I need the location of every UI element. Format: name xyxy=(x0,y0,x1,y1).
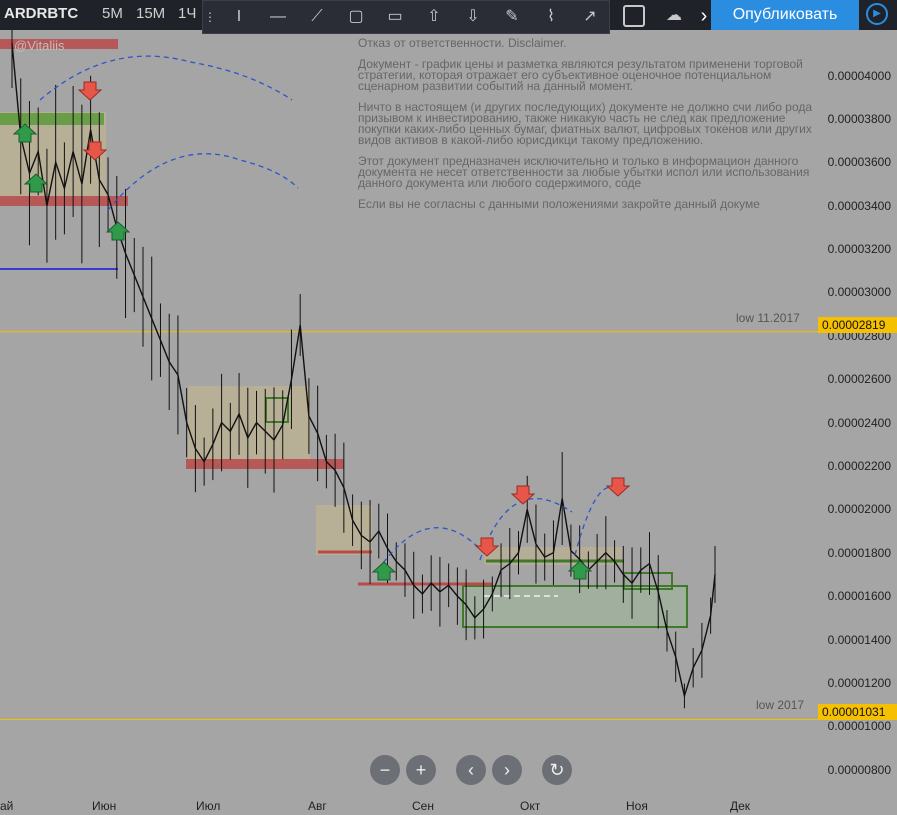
disclaimer-line: Документ - график цены и разметка являют… xyxy=(358,57,803,93)
arrow-line-icon[interactable]: ↗ xyxy=(576,4,604,30)
scroll-left-icon: ‹ xyxy=(468,760,474,780)
reset-chart-button[interactable]: ↻ xyxy=(542,755,572,785)
sell-arrow-icon xyxy=(605,477,631,497)
price-tick-label: 0.00003000 xyxy=(827,285,891,300)
level-label-low-2017: low 2017 xyxy=(756,698,805,712)
square-icon[interactable] xyxy=(623,5,645,27)
timeframe-5m[interactable]: 5М xyxy=(102,5,123,22)
price-tick-label: 0.00002200 xyxy=(827,458,891,473)
chart-area[interactable]: @Vitaliis Отказ от ответственности. Disc… xyxy=(0,0,897,815)
scroll-right-button[interactable]: › xyxy=(492,755,522,785)
disclaimer-text: Отказ от ответственности. Disclaimer. До… xyxy=(358,38,820,213)
price-tick-label: 0.00003600 xyxy=(827,155,891,170)
disclaimer-line: Если вы не согласны с данными положениям… xyxy=(358,197,760,211)
level-label-low-11-2017: low 11.2017 xyxy=(736,311,800,325)
scroll-right-icon: › xyxy=(504,760,510,780)
sell-arrow-icon xyxy=(77,81,103,101)
sell-arrow-icon xyxy=(510,485,536,505)
price-tick-label: 0.00000800 xyxy=(827,762,891,777)
zoom-out-icon: − xyxy=(379,760,391,780)
path-icon[interactable]: ⌇ xyxy=(537,4,565,30)
rectangle-icon[interactable]: ▢ xyxy=(342,4,370,30)
author-handle: @Vitaliis xyxy=(14,38,65,53)
horizontal-ray-icon[interactable]: — xyxy=(264,4,292,30)
brush-icon[interactable]: ✎ xyxy=(498,4,526,30)
price-tick-label: 0.00002400 xyxy=(827,415,891,430)
price-tick-label: 0.00003800 xyxy=(827,111,891,126)
price-tick-label: 0.00001200 xyxy=(827,675,891,690)
play-icon[interactable]: ▶ xyxy=(866,3,888,25)
time-tick-label: Авг xyxy=(308,799,327,813)
projection-arc xyxy=(107,153,299,211)
timeframe-15m[interactable]: 15М xyxy=(136,5,165,22)
callout-icon[interactable]: ▭ xyxy=(381,4,409,30)
support-box xyxy=(462,585,688,628)
drag-handle-icon[interactable]: ⋮ xyxy=(203,4,217,30)
zoom-in-icon: + xyxy=(415,760,427,780)
scroll-left-button[interactable]: ‹ xyxy=(456,755,486,785)
time-tick-label: Ноя xyxy=(626,799,648,813)
price-tick-label: 0.00003400 xyxy=(827,198,891,213)
disclaimer-line: Этот документ предназначен исключительно… xyxy=(358,154,810,190)
projection-arc xyxy=(39,55,293,101)
price-tick-label: 0.00002000 xyxy=(827,502,891,517)
time-tick-label: Сен xyxy=(412,799,434,813)
text-cursor-icon[interactable]: I xyxy=(225,4,253,30)
price-tick-label: 0.00002600 xyxy=(827,372,891,387)
price-tick-label: 0.00004000 xyxy=(827,68,891,83)
zoom-in-button[interactable]: + xyxy=(406,755,436,785)
price-tick-label: 0.00001800 xyxy=(827,545,891,560)
time-tick-label: Июн xyxy=(92,799,117,813)
zone-band xyxy=(0,113,104,125)
drawing-toolbox: ⋮ I — ⟋ ▢ ▭ ⇧ ⇩ ✎ ⌇ ↗ xyxy=(202,0,610,34)
symbol-label[interactable]: ARDRBTC xyxy=(4,5,78,22)
price-tick-label: 0.00001000 xyxy=(827,719,891,734)
price-tick-label: 0.00001400 xyxy=(827,632,891,647)
time-tick-label: Дек xyxy=(730,799,751,813)
cloud-icon[interactable]: ☁ xyxy=(660,3,688,29)
projection-arc xyxy=(574,486,615,556)
collapse-chevron-icon[interactable]: › xyxy=(690,3,718,29)
arrow-up-icon[interactable]: ⇧ xyxy=(420,4,448,30)
price-tick-label: 0.00003200 xyxy=(827,242,891,257)
buy-arrow-icon xyxy=(371,561,397,581)
time-tick-label: Окт xyxy=(520,799,541,813)
publish-button[interactable]: Опубликовать xyxy=(711,0,859,30)
disclaimer-line: Отказ от ответственности. Disclaimer. xyxy=(358,38,567,50)
timeframe-1h[interactable]: 1Ч xyxy=(178,5,196,22)
price-tag-low-2017: 0.00001031 xyxy=(818,704,897,720)
price-tick-label: 0.00001600 xyxy=(827,589,891,604)
time-tick-label: ай xyxy=(0,799,14,813)
trend-line-icon[interactable]: ⟋ xyxy=(303,4,331,30)
price-tag-low-11-2017: 0.00002819 xyxy=(818,317,897,333)
disclaimer-line: Ничто в настоящем (и других последующих)… xyxy=(358,100,813,147)
time-tick-label: Июл xyxy=(196,799,221,813)
zoom-out-button[interactable]: − xyxy=(370,755,400,785)
arrow-down-icon[interactable]: ⇩ xyxy=(459,4,487,30)
reset-icon: ↻ xyxy=(549,760,565,780)
